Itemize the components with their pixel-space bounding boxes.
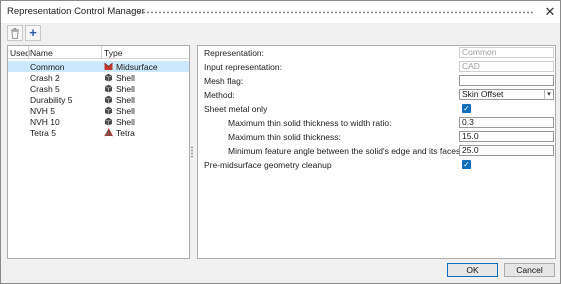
shell-icon (104, 73, 113, 82)
dialog-window: Representation Control Manager ✕ + Used … (0, 0, 561, 284)
properties-panel: Representation: Common Input representat… (197, 45, 556, 259)
row-type: Midsurface (116, 62, 158, 72)
title-bar[interactable]: Representation Control Manager ✕ (1, 1, 560, 23)
column-divider[interactable] (28, 46, 29, 59)
list-row[interactable]: Crash 5 Shell (8, 83, 189, 94)
row-type: Shell (116, 106, 135, 116)
min-feature-angle-label: Minimum feature angle between the solid'… (228, 146, 463, 156)
list-row[interactable]: Tetra 5 Tetra (8, 127, 189, 138)
row-name: Durability 5 (30, 95, 73, 105)
max-thin-ratio-field[interactable]: 0.3 (459, 117, 554, 128)
mesh-flag-label: Mesh flag: (204, 76, 244, 86)
row-name: Common (30, 62, 65, 72)
sheet-metal-only-checkbox[interactable]: ✓ (462, 104, 471, 113)
shell-icon (104, 84, 113, 93)
max-thin-thickness-field[interactable]: 15.0 (459, 131, 554, 142)
max-thin-thickness-label: Maximum thin solid thickness: (228, 132, 341, 142)
representation-list[interactable]: Used Name Type Common Midsurface Crash 2… (7, 45, 190, 259)
list-row[interactable]: Crash 2 Shell (8, 72, 189, 83)
add-button[interactable]: + (25, 25, 41, 41)
list-row[interactable]: Durability 5 Shell (8, 94, 189, 105)
row-name: Tetra 5 (30, 128, 56, 138)
row-type: Shell (116, 95, 135, 105)
row-name: NVH 10 (30, 117, 60, 127)
method-value: Skin Offset (462, 89, 504, 99)
mesh-flag-field[interactable] (459, 75, 554, 86)
input-representation-field: CAD (459, 61, 554, 72)
representation-label: Representation: (204, 48, 265, 58)
list-row[interactable]: Common Midsurface (8, 61, 189, 72)
max-thin-ratio-label: Maximum thin solid thickness to width ra… (228, 118, 392, 128)
dialog-title: Representation Control Manager (7, 6, 145, 17)
panel-splitter[interactable] (191, 146, 193, 158)
column-used[interactable]: Used (10, 48, 30, 58)
row-type: Tetra (116, 128, 135, 138)
pre-midsurface-cleanup-checkbox[interactable]: ✓ (462, 160, 471, 169)
drag-grip[interactable] (138, 11, 533, 14)
tetra-icon (104, 128, 113, 137)
midsurface-icon (104, 62, 113, 70)
chevron-down-icon[interactable]: ▾ (544, 90, 553, 99)
column-divider[interactable] (101, 46, 102, 59)
sheet-metal-only-label: Sheet metal only (204, 104, 268, 114)
row-name: Crash 5 (30, 84, 60, 94)
row-type: Shell (116, 84, 135, 94)
column-type[interactable]: Type (104, 48, 122, 58)
row-type: Shell (116, 117, 135, 127)
row-name: Crash 2 (30, 73, 60, 83)
shell-icon (104, 106, 113, 115)
pre-midsurface-cleanup-label: Pre-midsurface geometry cleanup (204, 160, 332, 170)
row-name: NVH 5 (30, 106, 56, 116)
plus-icon: + (29, 25, 37, 40)
row-type: Shell (116, 73, 135, 83)
list-row[interactable]: NVH 10 Shell (8, 116, 189, 127)
trash-icon (11, 28, 19, 39)
shell-icon (104, 117, 113, 126)
column-name[interactable]: Name (30, 48, 53, 58)
delete-button[interactable] (7, 25, 23, 41)
method-label: Method: (204, 90, 235, 100)
list-row[interactable]: NVH 5 Shell (8, 105, 189, 116)
ok-button[interactable]: OK (447, 263, 498, 277)
list-header: Used Name Type (8, 46, 189, 59)
min-feature-angle-field[interactable]: 25.0 (459, 145, 554, 156)
close-button[interactable]: ✕ (542, 4, 558, 20)
cancel-button[interactable]: Cancel (504, 263, 555, 277)
input-representation-label: Input representation: (204, 62, 282, 72)
shell-icon (104, 95, 113, 104)
representation-field: Common (459, 47, 554, 58)
method-select[interactable]: Skin Offset ▾ (459, 89, 554, 100)
